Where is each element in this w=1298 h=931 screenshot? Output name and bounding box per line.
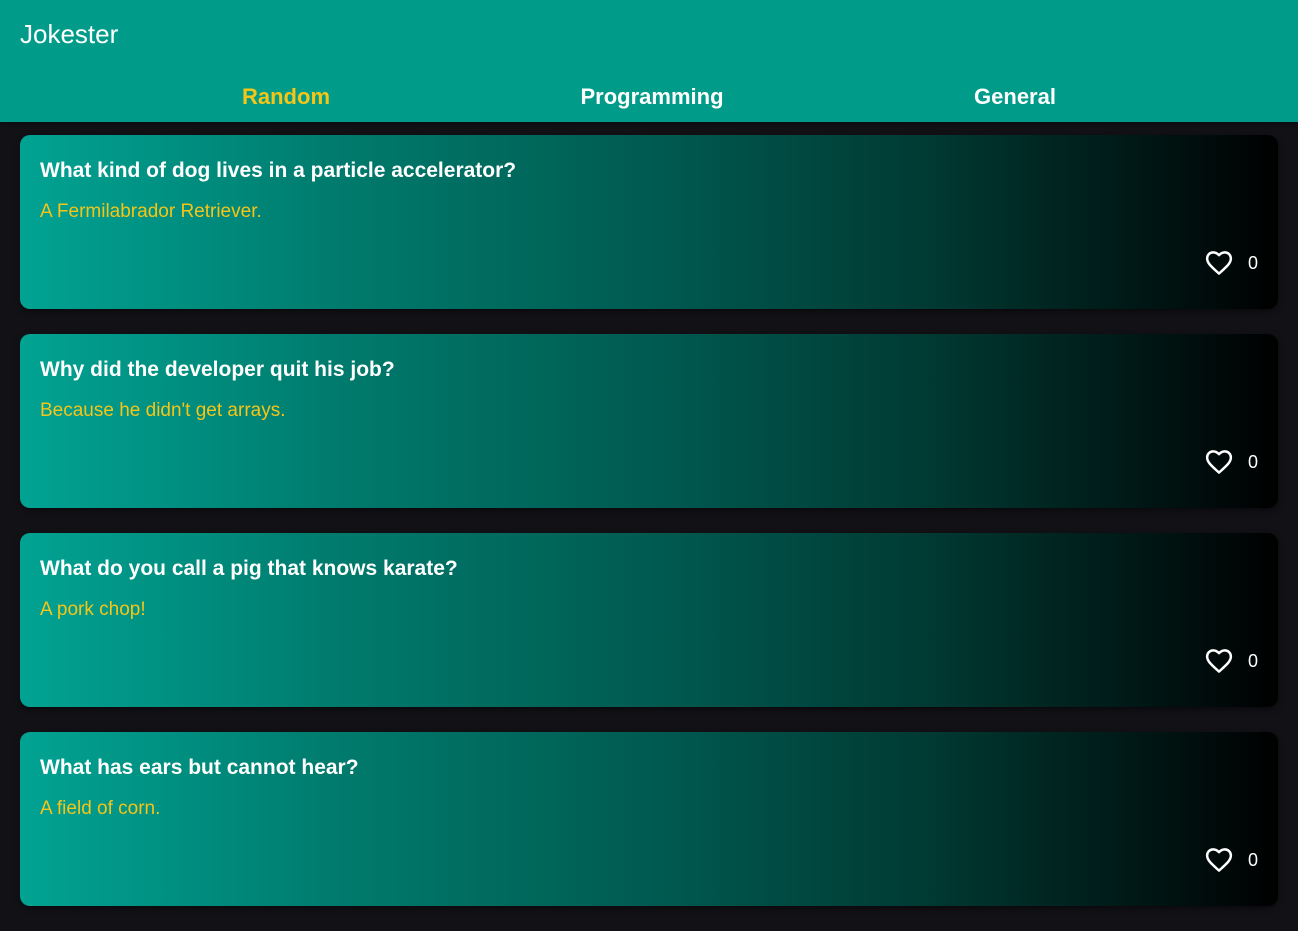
joke-setup: What has ears but cannot hear? [40,756,359,779]
heart-outline-icon[interactable] [1204,447,1234,477]
joke-setup: What do you call a pig that knows karate… [40,557,458,580]
like-control: 0 [1204,247,1258,279]
heart-outline-icon[interactable] [1204,248,1234,278]
joke-punchline: A Fermilabrador Retriever. [40,201,262,222]
joke-card: What has ears but cannot hear? A field o… [20,732,1278,906]
tab-random[interactable]: Random [242,72,330,122]
heart-outline-icon[interactable] [1204,845,1234,875]
like-count: 0 [1247,451,1258,472]
joke-punchline: Because he didn't get arrays. [40,400,286,421]
tab-programming[interactable]: Programming [580,72,723,122]
joke-card: What do you call a pig that knows karate… [20,533,1278,707]
joke-punchline: A pork chop! [40,599,146,620]
like-count: 0 [1247,650,1258,671]
joke-setup: What kind of dog lives in a particle acc… [40,159,517,182]
joke-card: Why did the developer quit his job? Beca… [20,334,1278,508]
like-control: 0 [1204,645,1258,677]
tab-general[interactable]: General [974,72,1056,122]
like-count: 0 [1247,252,1258,273]
heart-outline-icon[interactable] [1204,646,1234,676]
joke-card: What kind of dog lives in a particle acc… [20,135,1278,309]
app-title: Jokester [20,19,119,49]
like-count: 0 [1247,849,1258,870]
app-bar: Jokester Random Programming General [0,0,1298,122]
like-control: 0 [1204,844,1258,876]
joke-list: What kind of dog lives in a particle acc… [20,135,1278,931]
joke-punchline: A field of corn. [40,798,161,819]
like-control: 0 [1204,446,1258,478]
joke-setup: Why did the developer quit his job? [40,358,395,381]
tab-bar: Random Programming General [0,72,1298,122]
